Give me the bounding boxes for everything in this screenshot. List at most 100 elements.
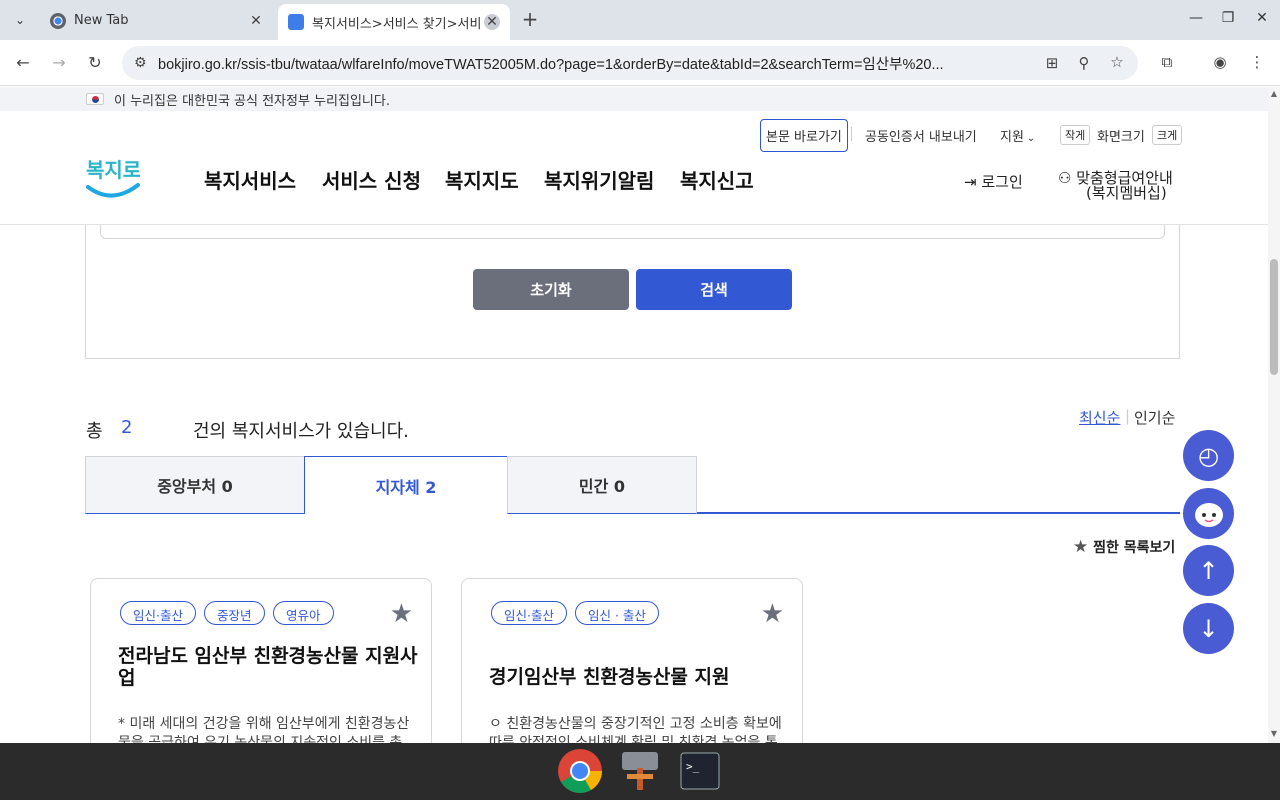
nav-service-apply[interactable]: 서비스 신청 bbox=[322, 165, 421, 194]
region-select[interactable]: 지원 ⌄ bbox=[1000, 126, 1035, 145]
nav-welfare-service[interactable]: 복지서비스 bbox=[204, 165, 296, 194]
site-info-icon[interactable]: ⚙ bbox=[134, 55, 147, 71]
menu-icon[interactable]: ⋮ bbox=[1246, 53, 1268, 71]
search-panel bbox=[85, 225, 1180, 359]
login-label: 로그인 bbox=[981, 173, 1023, 191]
restore-icon[interactable]: ❐ bbox=[1218, 10, 1238, 26]
card-description: ㅇ 친환경농산물의 중장기적인 고정 소비층 확보에 따른 안정적인 소비체계 … bbox=[489, 716, 782, 743]
arrow-down-icon: ↓ bbox=[1198, 614, 1219, 643]
close-window-icon[interactable]: ✕ bbox=[1252, 10, 1272, 26]
chatbot-button[interactable] bbox=[1183, 488, 1234, 539]
skip-to-content-link[interactable]: 본문 바로가기 bbox=[760, 119, 848, 152]
bookmark-star-icon[interactable]: ☆ bbox=[1107, 53, 1127, 71]
forward-icon[interactable]: → bbox=[48, 52, 70, 74]
total-suffix: 건의 복지서비스가 있습니다. bbox=[193, 421, 409, 442]
card-title[interactable]: 전라남도 임산부 친환경농산물 지원사업 bbox=[118, 645, 418, 689]
membership-label-2: (복지멤버십) bbox=[1086, 184, 1167, 202]
arrow-up-icon: ↑ bbox=[1198, 556, 1219, 585]
divider: | bbox=[1125, 407, 1131, 425]
category-chip: 임신·출산 bbox=[120, 601, 196, 625]
sort-latest-link[interactable]: 최신순 bbox=[1079, 407, 1120, 428]
favorite-star-icon[interactable]: ★ bbox=[390, 601, 413, 627]
extensions-icon[interactable]: ⧉ bbox=[1156, 53, 1178, 71]
tab-new-tab[interactable]: New Tab ✕ bbox=[40, 5, 274, 36]
os-taskbar: >_ bbox=[0, 743, 1280, 800]
service-card[interactable]: 임신·출산 중장년 영유아 ★ 전라남도 임산부 친환경농산물 지원사업 * 미… bbox=[90, 578, 432, 743]
page-viewport: 이 누리집은 대한민국 공식 전자정부 누리집입니다. 본문 바로가기 공동인증… bbox=[0, 87, 1268, 743]
favorite-star-icon[interactable]: ★ bbox=[761, 601, 784, 627]
page-scrollbar[interactable]: ▲ ▼ bbox=[1268, 87, 1280, 743]
tab-private[interactable]: 민간 0 bbox=[507, 456, 697, 514]
url-text[interactable]: bokjiro.go.kr/ssis-tbu/twataa/wlfareInfo… bbox=[158, 53, 1038, 74]
login-icon: ⇥ bbox=[964, 173, 977, 191]
profile-icon[interactable]: ◉ bbox=[1209, 53, 1231, 71]
scroll-down-arrow-icon[interactable]: ▼ bbox=[1268, 729, 1280, 738]
tab-bokjiro[interactable]: 복지서비스>서비스 찾기>서비 ✕ bbox=[278, 4, 510, 40]
divider bbox=[851, 127, 852, 141]
card-description: * 미래 세대의 건강을 위해 임산부에게 친환경농산물을 공급하여 유기 농산… bbox=[118, 716, 410, 743]
cert-export-link[interactable]: 공동인증서 내보내기 bbox=[865, 126, 977, 145]
card-title[interactable]: 경기임산부 친환경농산물 지원 bbox=[489, 666, 789, 688]
browser-tabstrip: ⌄ New Tab ✕ 복지서비스>서비스 찾기>서비 ✕ + — ❐ ✕ bbox=[0, 0, 1280, 40]
favorites-list-link[interactable]: ★ 찜한 목록보기 bbox=[1073, 537, 1175, 557]
screen-size-label: 화면크기 bbox=[1097, 130, 1145, 145]
chatbot-icon bbox=[1194, 502, 1223, 527]
tab-search-chevron-icon[interactable]: ⌄ bbox=[6, 8, 34, 32]
address-bar[interactable]: ⚙ bokjiro.go.kr/ssis-tbu/twataa/wlfareIn… bbox=[122, 46, 1138, 80]
svg-text:>_: >_ bbox=[686, 760, 700, 773]
font-small-button[interactable]: 작게 bbox=[1060, 125, 1091, 145]
total-count: 2 bbox=[121, 417, 133, 438]
minimize-icon[interactable]: — bbox=[1186, 10, 1206, 26]
terminal-app-icon[interactable]: >_ bbox=[677, 748, 723, 794]
service-card[interactable]: 임신·출산 임신 · 출산 ★ 경기임산부 친환경농산물 지원 ㅇ 친환경농산물… bbox=[461, 578, 803, 743]
region-label: 지원 bbox=[1000, 130, 1024, 145]
new-tab-button[interactable]: + bbox=[518, 8, 542, 32]
reset-button[interactable]: 초기화 bbox=[473, 269, 629, 310]
favorites-label: 찜한 목록보기 bbox=[1093, 540, 1176, 556]
star-icon: ★ bbox=[1073, 537, 1089, 557]
person-add-icon: ⚇ bbox=[1058, 169, 1072, 187]
category-chip: 중장년 bbox=[204, 601, 265, 625]
close-tab-icon[interactable]: ✕ bbox=[484, 14, 500, 30]
korea-flag-icon bbox=[86, 93, 104, 105]
chrome-favicon-icon bbox=[50, 12, 66, 29]
file-manager-app-icon[interactable] bbox=[617, 748, 663, 794]
close-tab-icon[interactable]: ✕ bbox=[248, 13, 264, 29]
reload-icon[interactable]: ↻ bbox=[84, 52, 106, 74]
tab-central-gov[interactable]: 중앙부처 0 bbox=[85, 456, 305, 514]
category-chip: 임신 · 출산 bbox=[575, 601, 659, 625]
category-chip: 임신·출산 bbox=[491, 601, 567, 625]
tabs-underline bbox=[696, 512, 1180, 514]
category-chip: 영유아 bbox=[273, 601, 334, 625]
chevron-down-icon: ⌄ bbox=[1026, 133, 1036, 144]
svg-text:복지로: 복지로 bbox=[86, 158, 140, 182]
nav-welfare-report[interactable]: 복지신고 bbox=[680, 165, 754, 194]
scrollbar-thumb[interactable] bbox=[1270, 259, 1278, 375]
translate-icon[interactable]: ⊞ bbox=[1042, 54, 1062, 72]
back-icon[interactable]: ← bbox=[12, 52, 34, 74]
bokjiro-logo[interactable]: 복지로 bbox=[86, 153, 140, 201]
history-icon: ◴ bbox=[1198, 441, 1219, 470]
login-link[interactable]: ⇥ 로그인 bbox=[964, 171, 1023, 192]
search-button[interactable]: 검색 bbox=[636, 269, 792, 310]
recent-history-button[interactable]: ◴ bbox=[1183, 430, 1234, 481]
browser-toolbar: ← → ↻ ⚙ bokjiro.go.kr/ssis-tbu/twataa/wl… bbox=[0, 40, 1280, 86]
gov-banner: 이 누리집은 대한민국 공식 전자정부 누리집입니다. bbox=[0, 87, 1268, 111]
scroll-top-button[interactable]: ↑ bbox=[1183, 545, 1234, 596]
total-prefix: 총 bbox=[86, 421, 103, 442]
nav-welfare-map[interactable]: 복지지도 bbox=[445, 165, 519, 194]
gov-banner-text: 이 누리집은 대한민국 공식 전자정부 누리집입니다. bbox=[114, 93, 390, 109]
nav-crisis-alert[interactable]: 복지위기알림 bbox=[544, 165, 654, 194]
zoom-icon[interactable]: ⚲ bbox=[1074, 54, 1094, 72]
tab-title: New Tab bbox=[74, 13, 129, 28]
search-filter-bottom bbox=[100, 225, 1165, 239]
scroll-bottom-button[interactable]: ↓ bbox=[1183, 603, 1234, 654]
scroll-up-arrow-icon[interactable]: ▲ bbox=[1268, 89, 1280, 98]
font-large-button[interactable]: 크게 bbox=[1152, 125, 1183, 145]
bokjiro-favicon-icon bbox=[288, 14, 304, 30]
sort-popular-link[interactable]: 인기순 bbox=[1134, 407, 1175, 428]
membership-link[interactable]: ⚇ 맞춤형급여안내 (복지멤버십) bbox=[1058, 171, 1173, 201]
tab-local-gov[interactable]: 지자체 2 bbox=[304, 456, 508, 514]
tab-title: 복지서비스>서비스 찾기>서비 bbox=[312, 16, 482, 32]
chrome-app-icon[interactable] bbox=[557, 748, 603, 794]
